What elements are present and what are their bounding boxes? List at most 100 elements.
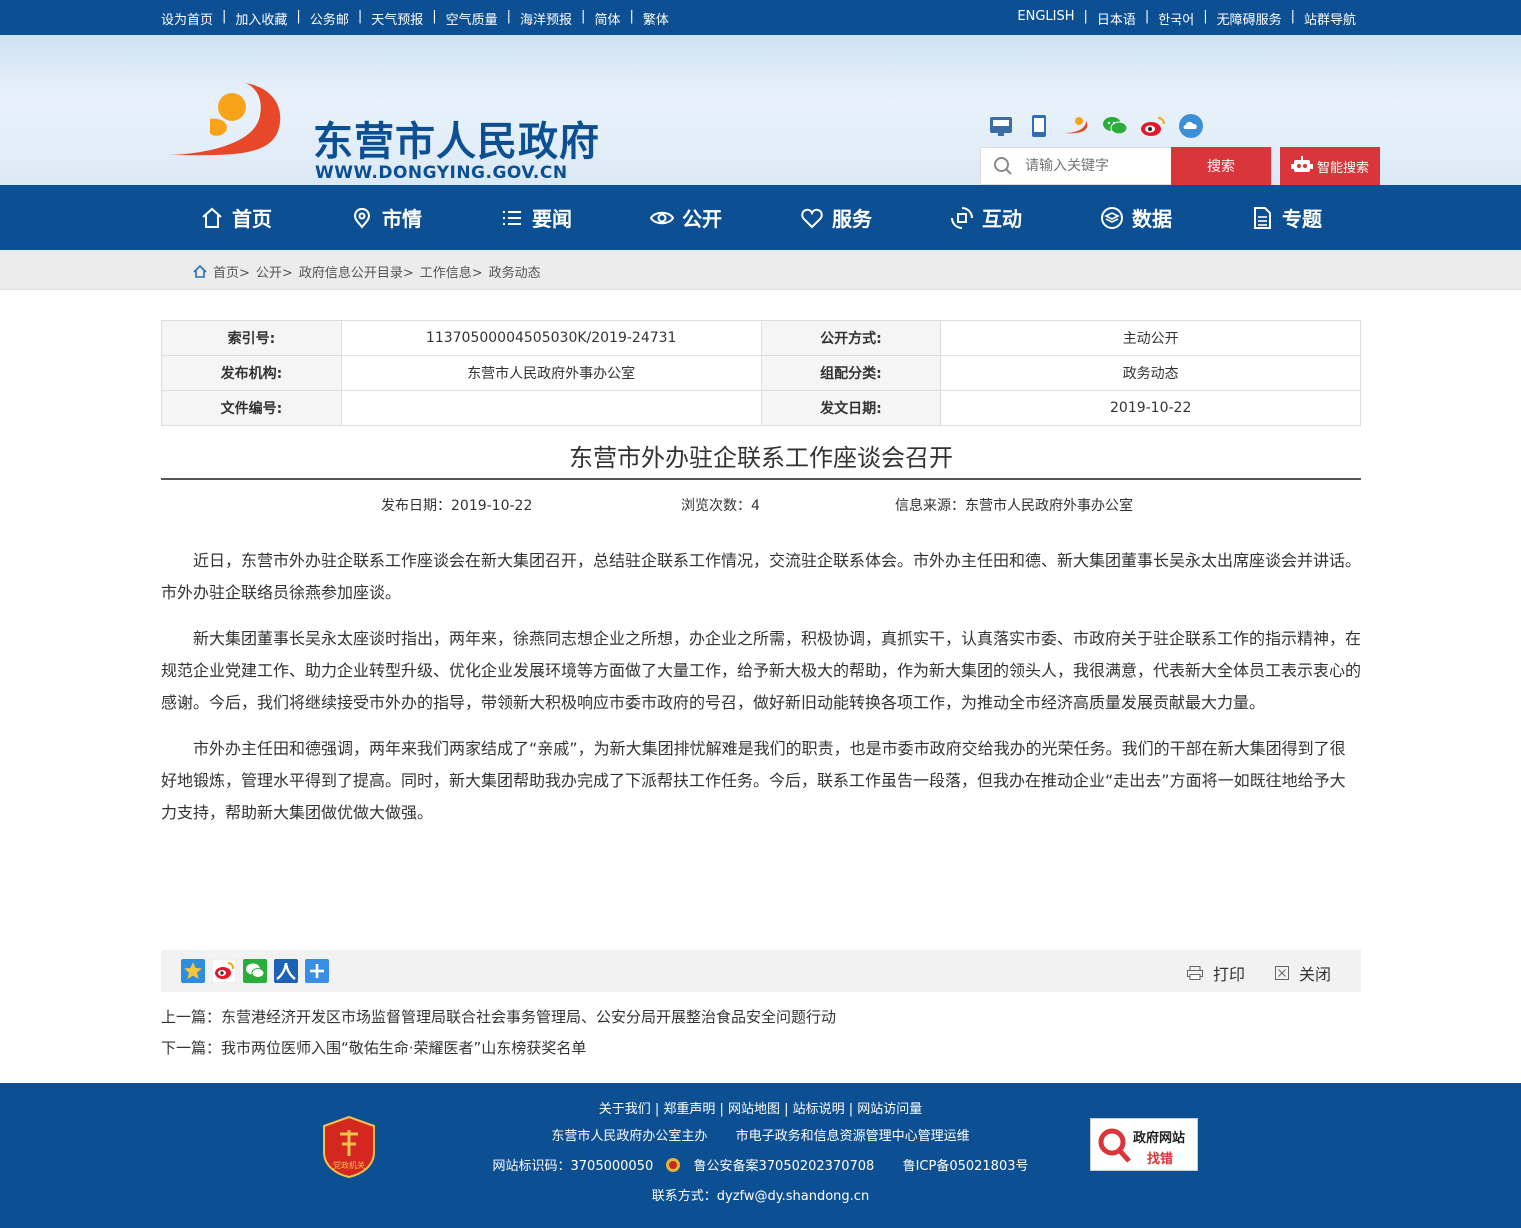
share-more-icon[interactable]: [305, 959, 329, 983]
next-article-link[interactable]: 下一篇：我市两位医师入围“敬佑生命·荣耀医者”山东榜获奖名单: [161, 1033, 836, 1064]
police-record[interactable]: 鲁公安备案37050202370708: [694, 1159, 875, 1174]
smart-search-button[interactable]: 智能搜索: [1280, 147, 1380, 185]
simplified-link[interactable]: 简体: [594, 9, 620, 28]
robot-icon: [1290, 156, 1313, 172]
nav-item-interact[interactable]: 互动: [911, 185, 1061, 250]
site-group-link[interactable]: 站群导航: [1304, 9, 1356, 28]
nav-item-city[interactable]: 市情: [311, 185, 461, 250]
footer-links[interactable]: 关于我们 | 郑重声明 | 网站地图 | 站标说明 | 网站访问量: [0, 1098, 1521, 1117]
accessibility-link[interactable]: 无障碍服务: [1217, 9, 1282, 28]
top-bar: 设为首页 | 加入收藏 | 公务邮 | 天气预报 | 空气质量 | 海洋预报 | 简体 | 繁…: [0, 0, 1521, 35]
share-weibo-icon[interactable]: [212, 959, 236, 983]
police-badge-icon: [666, 1158, 681, 1172]
meta-doc-value: [340, 390, 762, 426]
search-button[interactable]: 搜索: [1171, 147, 1271, 185]
breadcrumb-public[interactable]: 公开>: [256, 262, 293, 281]
weather-link[interactable]: 天气预报: [371, 9, 423, 28]
breadcrumb-gov-news[interactable]: 政务动态: [489, 262, 541, 281]
meta-label: 文件编号:: [161, 390, 342, 426]
breadcrumb-bar: 首页> 公开> 政府信息公开目录> 工作信息> 政务动态: [0, 250, 1521, 290]
set-homepage-link[interactable]: 设为首页: [161, 9, 213, 28]
nav-item-home[interactable]: 首页: [161, 185, 311, 250]
breadcrumb: 首页> 公开> 政府信息公开目录> 工作信息> 政务动态: [193, 262, 541, 281]
document-icon: [1254, 206, 1271, 229]
footer-contact: 联系方式：dyzfw@dy.shandong.cn: [651, 1189, 870, 1204]
search-icon: [981, 148, 1025, 184]
info-source: 信息来源：东营市人民政府外事办公室: [895, 498, 1133, 514]
cloud-service-icon[interactable]: [1178, 113, 1204, 139]
home-icon: [193, 265, 207, 278]
nav-item-news[interactable]: 要闻: [461, 185, 611, 250]
city-info-icon: [353, 207, 371, 229]
breadcrumb-home[interactable]: 首页>: [213, 262, 250, 281]
breadcrumb-work-info[interactable]: 工作信息>: [420, 262, 483, 281]
mobile-icon[interactable]: [1026, 113, 1052, 139]
nav-item-service[interactable]: 服务: [761, 185, 911, 250]
footer-registration: 网站标识码：3705000050 鲁公安备案37050202370708 鲁IC…: [0, 1155, 1521, 1174]
prev-next-links: 上一篇：东营港经济开发区市场监督管理局联合社会事务管理局、公安分局开展整治食品安…: [161, 1002, 836, 1064]
print-button[interactable]: 打印: [1186, 961, 1245, 985]
share-qzone-icon[interactable]: [181, 959, 205, 983]
title-divider: [161, 478, 1361, 480]
publish-date: 发布日期：2019-10-22: [381, 498, 533, 514]
article-paragraph: 近日，东营市外办驻企联系工作座谈会在新大集团召开，总结驻企联系工作情况，交流驻企…: [161, 551, 1362, 602]
site-header: 东营市人民政府 WWW.DONGYING.GOV.CN 搜索 智能搜索: [0, 35, 1521, 185]
article-body: 近日，东营市外办驻企联系工作座谈会在新大集团召开，总结驻企联系工作情况，交流驻企…: [161, 545, 1361, 843]
app-logo-icon[interactable]: [1064, 113, 1090, 139]
site-title: 东营市人民政府: [313, 119, 600, 165]
meta-label: 组配分类:: [760, 355, 942, 391]
footer-host-ops: 东营市人民政府办公室主办 市电子政务和信息资源管理中心管理运维: [0, 1125, 1521, 1144]
printer-icon: [1186, 966, 1203, 980]
main-nav: 首页 市情 要闻 公开 服务 互动 数据 专题: [0, 185, 1521, 250]
page-tools: 打印 关闭: [1186, 961, 1331, 985]
view-count: 浏览次数：4: [681, 498, 760, 514]
social-icons: [988, 113, 1204, 139]
interact-icon: [951, 206, 973, 229]
prev-article-link[interactable]: 上一篇：东营港经济开发区市场监督管理局联合社会事务管理局、公安分局开展整治食品安…: [161, 1002, 836, 1033]
share-icons: [181, 959, 329, 983]
error-text-1: 政府网站: [1133, 1131, 1186, 1146]
doc-meta-table: 索引号: 11370500004505030K/2019-24731 公开方式:…: [161, 320, 1361, 426]
footer-ops: 市电子政务和信息资源管理中心管理运维: [735, 1129, 970, 1144]
meta-mode-value: 主动公开: [940, 320, 1361, 356]
meta-label: 公开方式:: [760, 320, 942, 356]
dongying-logo-icon[interactable]: [160, 75, 290, 185]
meta-label: 索引号:: [161, 320, 342, 356]
wechat-icon[interactable]: [1102, 113, 1128, 139]
icp-record[interactable]: 鲁ICP备05021803号: [903, 1159, 1029, 1174]
weibo-icon[interactable]: [1140, 113, 1166, 139]
top-links-right: ENGLISH | 日本语 | 한국어 | 无障碍服务 | 站群导航: [1017, 9, 1356, 28]
site-id: 网站标识码：3705000050: [492, 1159, 654, 1174]
close-icon: [1274, 966, 1289, 980]
top-links-left: 设为首页 | 加入收藏 | 公务邮 | 天气预报 | 空气质量 | 海洋预报 | 简体 | 繁…: [161, 9, 669, 28]
gov-site-error-button[interactable]: 政府网站 找错: [1090, 1118, 1198, 1171]
air-quality-link[interactable]: 空气质量: [446, 9, 498, 28]
nav-item-public[interactable]: 公开: [611, 185, 761, 250]
meta-label: 发文日期:: [760, 390, 942, 426]
english-link[interactable]: ENGLISH: [1017, 9, 1074, 28]
nav-item-data[interactable]: 数据: [1061, 185, 1211, 250]
breadcrumb-catalog[interactable]: 政府信息公开目录>: [299, 262, 414, 281]
article-paragraph: 市外办主任田和德强调，两年来我们两家结成了“亲戚”，为新大集团排忧解难是我们的职…: [161, 739, 1346, 822]
share-wechat-icon[interactable]: [243, 959, 267, 983]
korean-link[interactable]: 한국어: [1158, 9, 1194, 28]
add-favorite-link[interactable]: 加入收藏: [235, 9, 287, 28]
error-text-2: 找错: [1147, 1152, 1174, 1167]
site-footer: 党政机关 关于我们 | 郑重声明 | 网站地图 | 站标说明 | 网站访问量 东…: [0, 1083, 1521, 1228]
gov-mail-link[interactable]: 公务邮: [310, 9, 349, 28]
site-url: WWW.DONGYING.GOV.CN: [315, 163, 568, 183]
meta-cat-value: 政务动态: [940, 355, 1361, 391]
share-renren-icon[interactable]: [274, 959, 298, 983]
share-bar: 打印 关闭: [161, 950, 1361, 992]
meta-org-value: 东营市人民政府外事办公室: [340, 355, 762, 391]
nav-item-topic[interactable]: 专题: [1211, 185, 1361, 250]
close-button[interactable]: 关闭: [1274, 961, 1331, 985]
gov-service-icon[interactable]: [988, 113, 1014, 139]
traditional-link[interactable]: 繁体: [643, 9, 669, 28]
meta-date-value: 2019-10-22: [940, 390, 1361, 426]
article-title: 东营市外办驻企联系工作座谈会召开: [569, 444, 953, 472]
japanese-link[interactable]: 日本语: [1097, 9, 1136, 28]
ocean-forecast-link[interactable]: 海洋预报: [520, 9, 572, 28]
smart-search-label: 智能搜索: [1316, 160, 1369, 176]
layers-icon: [1101, 206, 1123, 229]
